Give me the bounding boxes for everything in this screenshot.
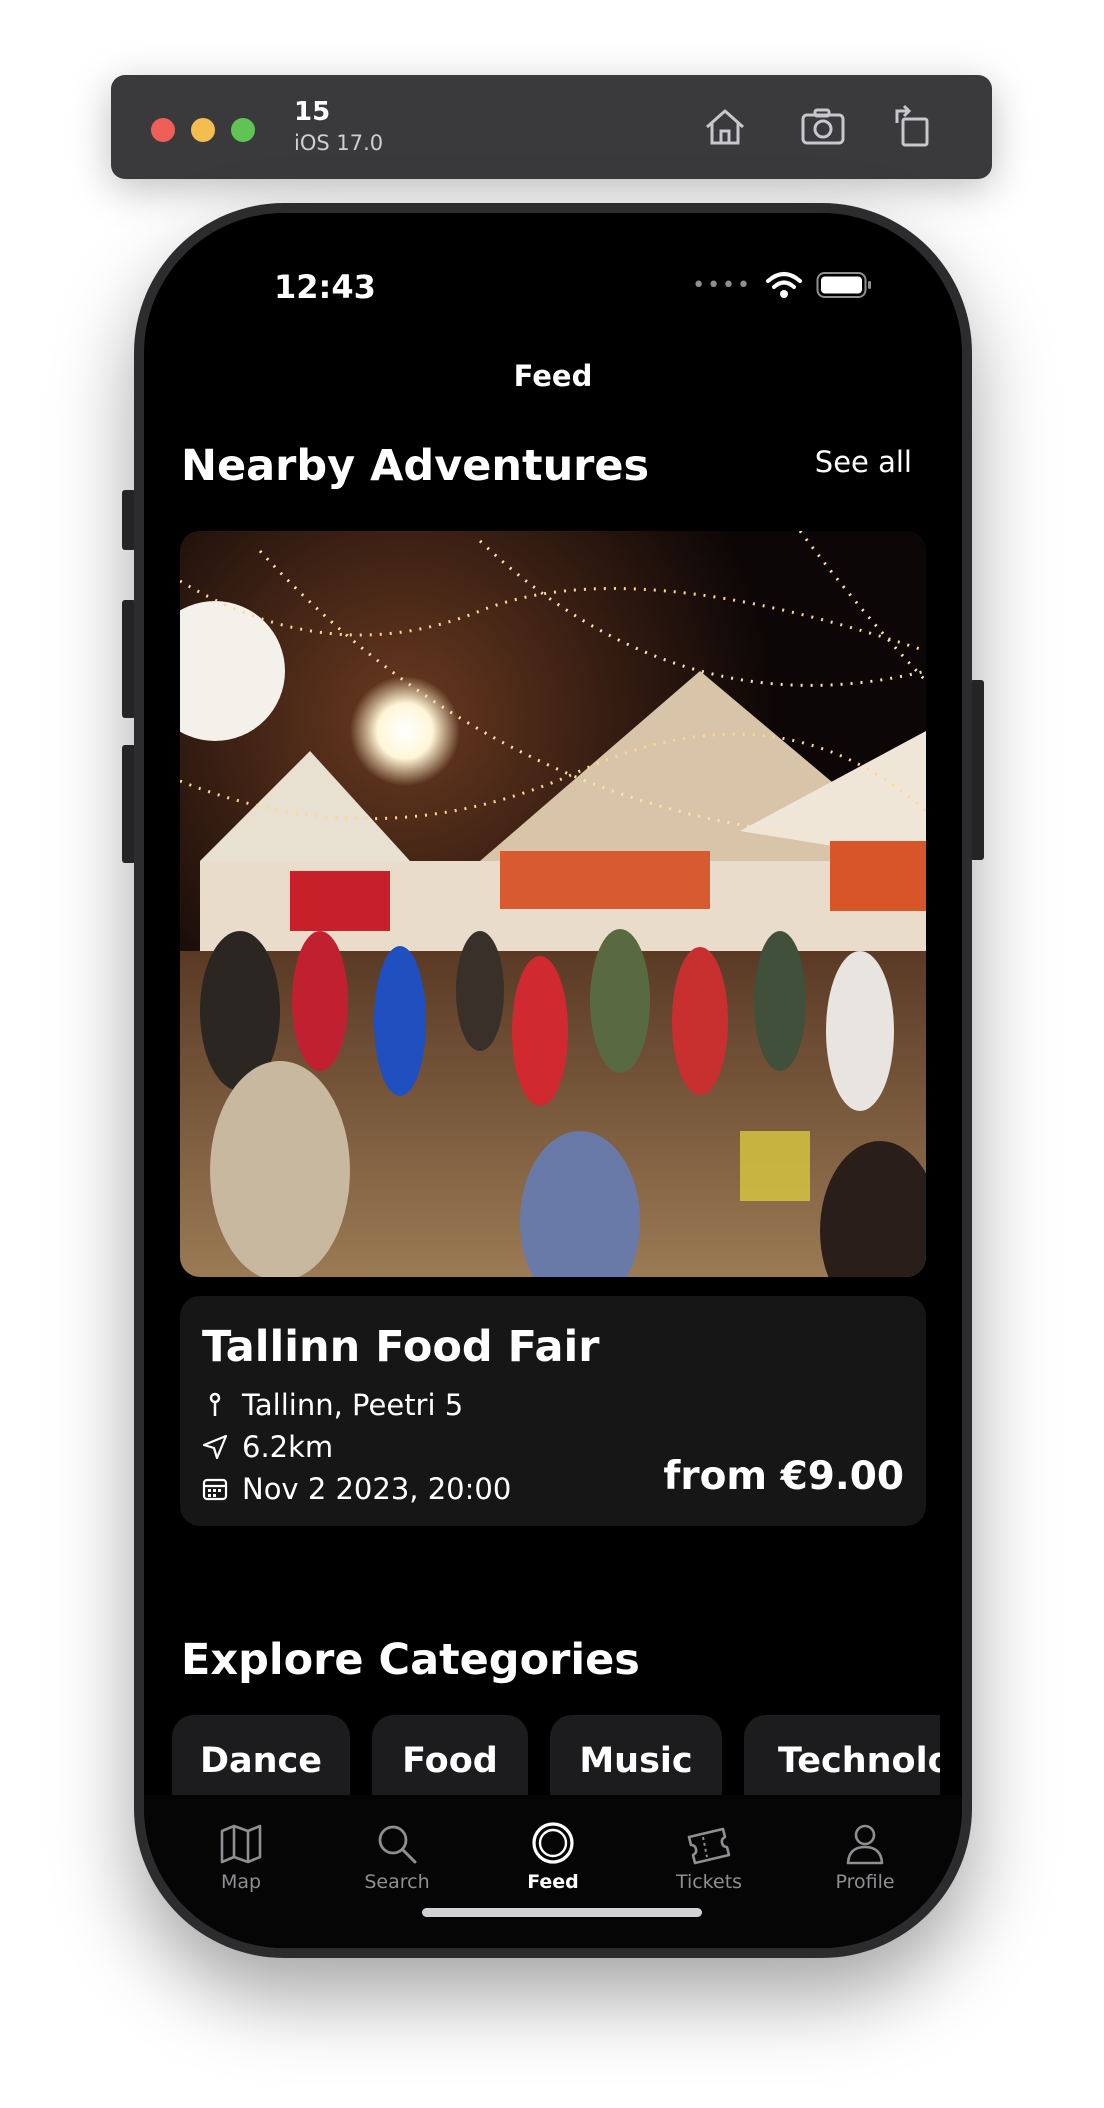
simulator-device-name: 15 <box>294 97 331 127</box>
event-distance: 6.2km <box>242 1430 334 1464</box>
tickets-icon <box>687 1827 731 1865</box>
nearby-adventures-heading: Nearby Adventures <box>181 441 650 491</box>
signal-icon: •••• <box>692 272 752 298</box>
status-indicators: •••• <box>692 271 872 299</box>
simulator-os-version: iOS 17.0 <box>294 131 384 155</box>
event-distance-row: 6.2km <box>202 1430 333 1464</box>
explore-categories-heading: Explore Categories <box>181 1635 640 1685</box>
tab-map-label: Map <box>220 1871 262 1893</box>
minimize-window-button[interactable] <box>191 118 215 142</box>
event-card[interactable]: Tallinn Food Fair Tallinn, Peetri 5 6.2k… <box>180 1296 926 1526</box>
status-time: 12:43 <box>274 268 376 306</box>
category-chip-food[interactable]: Food <box>372 1715 528 1795</box>
rotate-icon <box>895 104 929 147</box>
app-screen: 12:43 •••• Feed Nearby Adventures See al… <box>144 213 962 1948</box>
see-all-link[interactable]: See all <box>815 445 912 479</box>
category-chip-dance[interactable]: Dance <box>172 1715 350 1795</box>
profile-icon <box>846 1824 884 1865</box>
home-indicator[interactable] <box>422 1908 702 1917</box>
event-photo-illustration <box>180 531 926 1277</box>
feed-icon <box>532 1822 574 1864</box>
tab-feed[interactable]: Feed <box>483 1795 623 1893</box>
tab-profile-label: Profile <box>835 1871 895 1893</box>
search-icon <box>378 1825 417 1864</box>
zoom-window-button[interactable] <box>231 118 255 142</box>
tab-search-label: Search <box>364 1871 430 1893</box>
event-datetime: Nov 2 2023, 20:00 <box>242 1472 512 1506</box>
tab-profile[interactable]: Profile <box>795 1795 935 1893</box>
wifi-icon <box>766 272 802 298</box>
close-window-button[interactable] <box>151 118 175 142</box>
power-button <box>970 680 984 860</box>
event-address-row: Tallinn, Peetri 5 <box>202 1388 463 1422</box>
battery-icon <box>816 272 871 298</box>
event-address: Tallinn, Peetri 5 <box>242 1388 464 1422</box>
category-chip-technology[interactable]: Technolo <box>744 1715 940 1795</box>
tab-bar: Map Search Feed Tickets Profile <box>144 1795 962 1948</box>
calendar-icon <box>202 1476 228 1502</box>
event-title: Tallinn Food Fair <box>202 1322 600 1372</box>
map-icon <box>220 1824 262 1864</box>
tab-feed-label: Feed <box>527 1871 579 1893</box>
tab-tickets-label: Tickets <box>675 1871 743 1893</box>
event-date-row: Nov 2 2023, 20:00 <box>202 1472 511 1506</box>
event-price: from €9.00 <box>663 1454 904 1499</box>
home-icon <box>706 109 744 145</box>
tab-tickets[interactable]: Tickets <box>639 1795 779 1893</box>
tab-map[interactable]: Map <box>171 1795 311 1893</box>
location-arrow-icon <box>202 1434 228 1460</box>
tab-search[interactable]: Search <box>327 1795 467 1893</box>
rotate-button[interactable] <box>887 101 939 153</box>
simulator-toolbar: 15 iOS 17.0 <box>111 75 992 179</box>
pin-icon <box>202 1392 228 1418</box>
screenshot-icon <box>801 108 845 145</box>
category-chip-music[interactable]: Music <box>550 1715 722 1795</box>
categories-scroller[interactable]: Dance Food Music Technolo <box>172 1715 940 1795</box>
home-button[interactable] <box>699 101 751 153</box>
event-photo[interactable] <box>180 531 926 1277</box>
phone-frame: 12:43 •••• Feed Nearby Adventures See al… <box>134 203 972 1958</box>
screenshot-button[interactable] <box>797 101 849 153</box>
nav-title: Feed <box>513 359 593 393</box>
